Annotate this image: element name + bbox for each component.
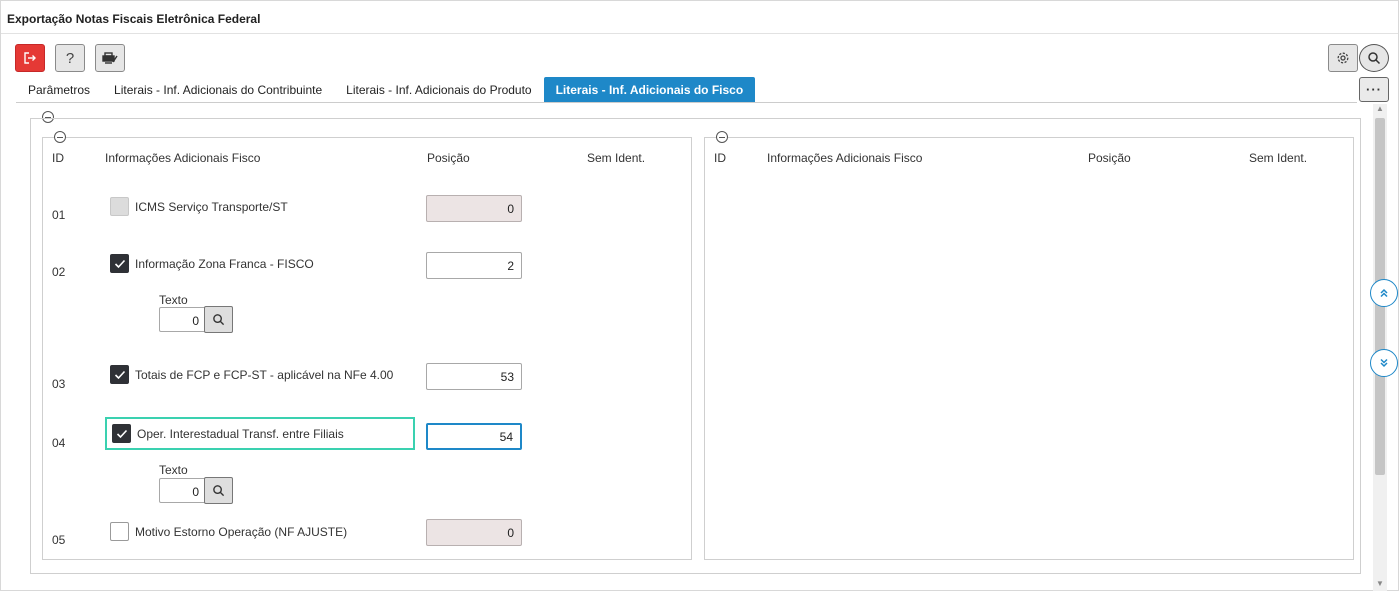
row-04-checkbox[interactable] <box>112 424 131 443</box>
left-header-id: ID <box>52 151 64 165</box>
row-04-label: Oper. Interestadual Transf. entre Filiai… <box>137 427 344 441</box>
help-icon: ? <box>65 49 75 67</box>
exit-icon <box>24 52 36 64</box>
search-icon <box>213 314 225 326</box>
tab-inf-contribuinte[interactable]: Literais - Inf. Adicionais do Contribuin… <box>102 77 334 102</box>
tab-parametros[interactable]: Parâmetros <box>16 77 102 102</box>
global-search-button[interactable] <box>1359 44 1389 72</box>
left-header-sem-ident: Sem Ident. <box>587 151 646 165</box>
row-01-label: ICMS Serviço Transporte/ST <box>135 200 288 214</box>
row-05-label: Motivo Estorno Operação (NF AJUSTE) <box>135 525 348 539</box>
search-icon <box>1368 52 1381 65</box>
left-header-info: Informações Adicionais Fisco <box>105 151 261 165</box>
window-title: Exportação Notas Fiscais Eletrônica Fede… <box>7 12 261 26</box>
printer-icon <box>102 52 118 64</box>
row-03-checkbox[interactable] <box>110 365 129 384</box>
tab-bar: Parâmetros Literais - Inf. Adicionais do… <box>16 77 756 102</box>
row-04-posicao-input[interactable]: 54 <box>426 423 522 450</box>
row-05-checkbox[interactable] <box>110 522 129 541</box>
row-03-label: Totais de FCP e FCP-ST - aplicável na NF… <box>135 368 394 382</box>
tab-divider <box>16 102 1357 103</box>
row-04-texto-input[interactable]: 0 <box>159 478 205 503</box>
print-button[interactable] <box>95 44 125 72</box>
app-window: Exportação Notas Fiscais Eletrônica Fede… <box>0 0 1399 591</box>
scroll-up-arrow-icon[interactable]: ▲ <box>1375 104 1385 116</box>
scroll-bottom-button[interactable] <box>1370 349 1398 377</box>
row-01-checkbox <box>110 197 129 216</box>
row-02-texto-search-button[interactable] <box>204 306 233 333</box>
right-header-sem-ident: Sem Ident. <box>1249 151 1308 165</box>
scroll-down-arrow-icon[interactable]: ▼ <box>1375 579 1385 591</box>
row-04-texto-label: Texto <box>159 463 188 477</box>
row-05-posicao-input: 0 <box>426 519 522 546</box>
title-bar: Exportação Notas Fiscais Eletrônica Fede… <box>1 1 1398 34</box>
right-header-posicao: Posição <box>1088 151 1131 165</box>
row-04-texto-search-button[interactable] <box>204 477 233 504</box>
search-icon <box>213 485 225 497</box>
tab-inf-fisco[interactable]: Literais - Inf. Adicionais do Fisco <box>543 77 756 102</box>
double-chevron-down-icon <box>1380 358 1388 368</box>
exit-button[interactable] <box>15 44 45 72</box>
right-header-info: Informações Adicionais Fisco <box>767 151 923 165</box>
row-02-id: 02 <box>52 265 66 279</box>
check-icon <box>116 429 128 439</box>
row-02-texto-input[interactable]: 0 <box>159 307 205 332</box>
double-chevron-up-icon <box>1380 288 1388 298</box>
more-icon: ··· <box>1366 82 1382 97</box>
collapse-left-panel-icon[interactable] <box>54 131 66 143</box>
row-03-posicao-input[interactable]: 53 <box>426 363 522 390</box>
scroll-top-button[interactable] <box>1370 279 1398 307</box>
row-02-posicao-input[interactable]: 2 <box>426 252 522 279</box>
row-04-id: 04 <box>52 436 66 450</box>
row-02-texto-label: Texto <box>159 293 188 307</box>
row-02-checkbox[interactable] <box>110 254 129 273</box>
collapse-right-panel-icon[interactable] <box>716 131 728 143</box>
more-options-button[interactable]: ··· <box>1359 77 1389 102</box>
check-icon <box>114 370 126 380</box>
right-panel <box>704 137 1354 560</box>
check-icon <box>114 259 126 269</box>
tab-inf-produto[interactable]: Literais - Inf. Adicionais do Produto <box>334 77 543 102</box>
gear-icon <box>1337 52 1349 64</box>
row-05-id: 05 <box>52 533 66 547</box>
row-01-posicao-input: 0 <box>426 195 522 222</box>
row-02-label: Informação Zona Franca - FISCO <box>135 257 314 271</box>
row-03-id: 03 <box>52 377 66 391</box>
row-01-id: 01 <box>52 208 66 222</box>
right-header-id: ID <box>714 151 726 165</box>
settings-button[interactable] <box>1328 44 1358 72</box>
help-button[interactable]: ? <box>55 44 85 72</box>
left-header-posicao: Posição <box>427 151 470 165</box>
